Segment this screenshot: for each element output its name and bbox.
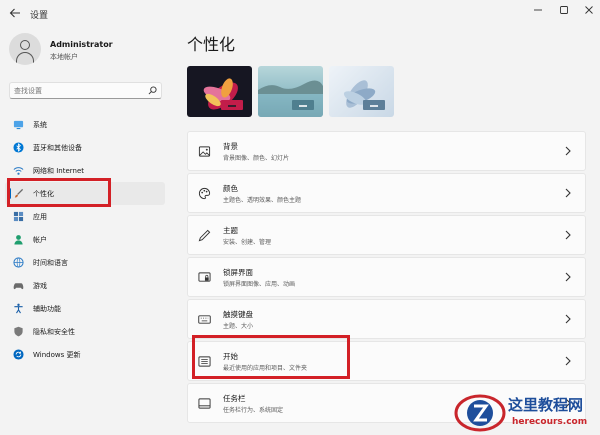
sidebar-nav: 系统 蓝牙和其他设备 网络和 Internet 个性化 应用 帐户 时间和语言 …: [5, 113, 165, 366]
card-title: 触摸键盘: [223, 310, 253, 319]
chevron-right-icon: [565, 188, 571, 198]
sidebar-item-label: 隐私和安全性: [33, 328, 75, 336]
user-account-type: 本地帐户: [50, 53, 78, 61]
sidebar-item-label: 时间和语言: [33, 259, 68, 267]
sidebar-item-label: 帐户: [33, 236, 47, 244]
card-description: 主题、大小: [223, 323, 254, 330]
watermark-title: 这里教程网: [508, 396, 584, 414]
palette-icon: [199, 187, 211, 200]
chevron-right-icon: [565, 314, 571, 324]
search-input[interactable]: [14, 84, 134, 97]
card-description: 主题色、透明效果、颜色主题: [223, 197, 302, 204]
card-title: 锁屏界面: [223, 268, 253, 277]
windows-update-icon: [13, 349, 24, 360]
sidebar-item-label: Windows 更新: [33, 351, 81, 359]
card-colors[interactable]: 颜色 主题色、透明效果、颜色主题: [187, 173, 586, 213]
sidebar-item-gaming[interactable]: 游戏: [5, 274, 165, 297]
user-name: Administrator: [50, 40, 113, 49]
watermark-url: herecours.com: [512, 417, 588, 427]
apps-icon: [13, 211, 24, 222]
sidebar-item-system[interactable]: 系统: [5, 113, 165, 136]
page-title: 个性化: [187, 35, 236, 54]
account-icon: [14, 235, 23, 245]
taskbar-icon: [198, 398, 211, 409]
card-background[interactable]: 背景 背景图像、颜色、幻灯片: [187, 131, 586, 171]
card-touch-keyboard[interactable]: 触摸键盘 主题、大小: [187, 299, 586, 339]
app-title: 设置: [30, 11, 49, 21]
sidebar-item-apps[interactable]: 应用: [5, 205, 165, 228]
watermark-logo: 这里教程网 herecours.com: [450, 391, 600, 435]
chevron-right-icon: [565, 230, 571, 240]
search-icon[interactable]: [148, 86, 157, 95]
card-description: 安装、创建、管理: [223, 239, 272, 246]
theme-lake[interactable]: [258, 66, 323, 117]
gaming-icon: [13, 283, 24, 290]
back-arrow-icon[interactable]: [8, 6, 24, 22]
theme-bloom[interactable]: [329, 66, 394, 117]
card-title: 任务栏: [223, 394, 246, 403]
chevron-right-icon: [565, 356, 571, 366]
user-avatar-icon[interactable]: [9, 33, 41, 65]
lock-screen-icon: [198, 272, 211, 282]
sidebar-item-time-language[interactable]: 时间和语言: [5, 251, 165, 274]
sidebar-item-label: 系统: [33, 121, 47, 129]
card-title: 背景: [223, 142, 238, 151]
card-themes[interactable]: 主题 安装、创建、管理: [187, 215, 586, 255]
minimize-icon[interactable]: [527, 4, 549, 20]
card-description: 任务栏行为、系统固定: [223, 407, 284, 414]
chevron-right-icon: [565, 272, 571, 282]
card-description: 锁屏界面图像、应用、动画: [223, 281, 296, 288]
card-title: 颜色: [223, 184, 238, 193]
theme-dark-flower[interactable]: [187, 66, 252, 117]
bluetooth-icon: [13, 142, 24, 153]
close-icon[interactable]: [578, 4, 600, 20]
sidebar-item-accounts[interactable]: 帐户: [5, 228, 165, 251]
time-language-icon: [13, 257, 24, 268]
accessibility-icon: [14, 303, 23, 314]
sidebar-item-label: 网络和 Internet: [33, 167, 85, 175]
card-title: 主题: [223, 226, 238, 235]
card-lock-screen[interactable]: 锁屏界面 锁屏界面图像、应用、动画: [187, 257, 586, 297]
sidebar-item-label: 应用: [33, 213, 47, 221]
keyboard-icon: [198, 315, 211, 324]
sidebar-item-accessibility[interactable]: 辅助功能: [5, 297, 165, 320]
network-icon: [13, 167, 24, 175]
shield-icon: [14, 326, 23, 337]
sidebar-item-bluetooth[interactable]: 蓝牙和其他设备: [5, 136, 165, 159]
maximize-icon[interactable]: [553, 4, 575, 20]
highlight-box-start: [192, 335, 350, 379]
pen-icon: [198, 229, 211, 242]
sidebar-item-privacy[interactable]: 隐私和安全性: [5, 320, 165, 343]
card-description: 背景图像、颜色、幻灯片: [223, 155, 290, 162]
sidebar-item-label: 辅助功能: [33, 305, 61, 313]
title-bar: 设置: [0, 0, 600, 30]
highlight-box-personalization: [7, 178, 111, 207]
image-icon: [198, 146, 211, 157]
chevron-right-icon: [565, 146, 571, 156]
search-box[interactable]: [9, 82, 162, 99]
system-icon: [13, 120, 24, 130]
sidebar-item-label: 蓝牙和其他设备: [33, 144, 82, 152]
sidebar-item-windows-update[interactable]: Windows 更新: [5, 343, 165, 366]
sidebar-item-label: 游戏: [33, 282, 47, 290]
